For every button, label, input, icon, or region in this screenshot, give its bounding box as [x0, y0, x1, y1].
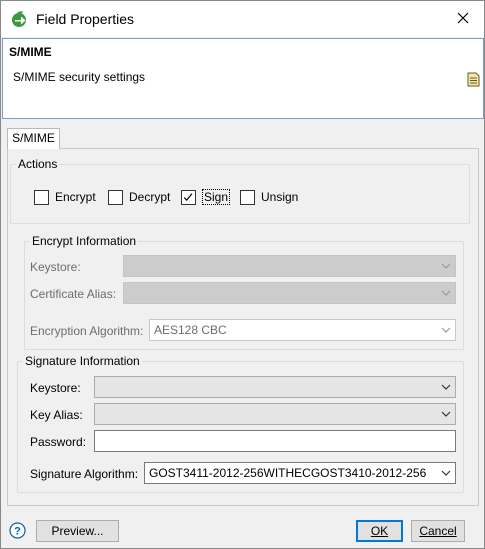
- field-properties-dialog: Field Properties S/MIME S/MIME security …: [0, 0, 485, 549]
- ok-button-label: OK: [370, 524, 389, 538]
- document-icon[interactable]: [467, 72, 480, 87]
- ok-button[interactable]: OK: [356, 520, 403, 542]
- checkmark-icon: [183, 192, 193, 201]
- app-icon: [12, 11, 26, 27]
- header-title: S/MIME: [9, 45, 52, 59]
- chevron-down-icon: [441, 384, 451, 390]
- close-icon[interactable]: [449, 7, 477, 31]
- chevron-down-icon: [441, 327, 451, 333]
- certificate-alias-dropdown[interactable]: [123, 282, 456, 304]
- header-panel: S/MIME S/MIME security settings: [2, 38, 484, 119]
- cancel-button[interactable]: Cancel: [411, 520, 465, 542]
- encrypt-keystore-label: Keystore:: [30, 260, 81, 274]
- chevron-down-icon: [441, 411, 451, 417]
- decrypt-checkbox[interactable]: Decrypt: [108, 189, 170, 205]
- encrypt-checkbox-box[interactable]: [34, 189, 49, 205]
- signature-algorithm-label: Signature Algorithm:: [30, 467, 139, 481]
- signature-keystore-label: Keystore:: [30, 381, 81, 395]
- unsign-checkbox[interactable]: Unsign: [240, 189, 298, 205]
- tab-smime[interactable]: S/MIME: [7, 128, 60, 149]
- key-alias-label: Key Alias:: [30, 408, 83, 422]
- signature-information-legend: Signature Information: [25, 354, 140, 368]
- title-bar: Field Properties: [1, 1, 484, 37]
- sign-checkbox-label: Sign: [202, 189, 231, 205]
- signature-keystore-dropdown[interactable]: [94, 376, 456, 398]
- encrypt-checkbox[interactable]: Encrypt: [34, 189, 96, 205]
- chevron-down-icon: [441, 290, 451, 296]
- header-description: S/MIME security settings: [13, 70, 146, 84]
- certificate-alias-label: Certificate Alias:: [30, 287, 117, 301]
- encryption-algorithm-label: Encryption Algorithm:: [30, 324, 144, 338]
- signature-algorithm-dropdown[interactable]: GOST3411-2012-256WITHECGOST3410-2012-256: [144, 462, 456, 484]
- help-icon[interactable]: ?: [9, 522, 26, 539]
- chevron-down-icon: [441, 263, 451, 269]
- actions-legend: Actions: [18, 157, 58, 171]
- unsign-checkbox-box[interactable]: [240, 189, 255, 205]
- encryption-algorithm-value: AES128 CBC: [154, 323, 227, 337]
- encryption-algorithm-dropdown[interactable]: AES128 CBC: [149, 319, 456, 341]
- password-field[interactable]: [94, 430, 456, 452]
- sign-checkbox[interactable]: Sign: [181, 189, 231, 205]
- key-alias-dropdown[interactable]: [94, 403, 456, 425]
- password-label: Password:: [30, 435, 87, 449]
- encrypt-information-legend: Encrypt Information: [32, 234, 137, 248]
- decrypt-checkbox-label: Decrypt: [129, 190, 171, 204]
- encrypt-keystore-dropdown[interactable]: [123, 255, 456, 277]
- chevron-down-icon: [441, 470, 451, 476]
- sign-checkbox-box[interactable]: [181, 189, 196, 205]
- signature-algorithm-value: GOST3411-2012-256WITHECGOST3410-2012-256: [149, 466, 427, 480]
- button-bar: ? Preview... OK Cancel: [1, 511, 484, 549]
- encrypt-checkbox-label: Encrypt: [55, 190, 96, 204]
- decrypt-checkbox-box[interactable]: [108, 189, 123, 205]
- svg-text:?: ?: [14, 526, 21, 538]
- preview-button[interactable]: Preview...: [36, 520, 119, 542]
- window-title: Field Properties: [36, 11, 135, 27]
- unsign-checkbox-label: Unsign: [261, 190, 299, 204]
- cancel-button-label: Cancel: [419, 524, 457, 538]
